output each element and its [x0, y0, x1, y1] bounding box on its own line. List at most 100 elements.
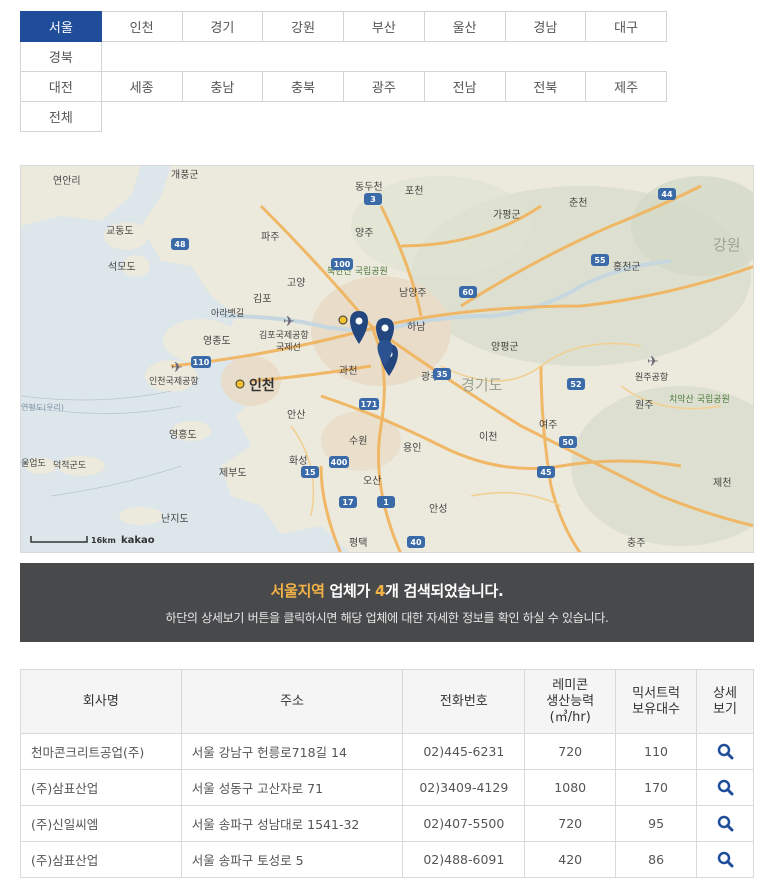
search-icon[interactable]	[717, 815, 734, 832]
header-address: 주소	[180, 669, 404, 734]
company-phone: 02)3409-4129	[402, 769, 526, 806]
company-table: 회사명 주소 전화번호 레미콘 생산능력 (㎥/hr) 믹서트럭 보유대수 상세 보기 …	[20, 669, 754, 878]
region-tab-jeju[interactable]: 제주	[585, 71, 667, 102]
svg-text:48: 48	[174, 240, 186, 249]
map-label: 난지도	[161, 513, 189, 525]
region-tab-all[interactable]: 전체	[20, 101, 102, 132]
company-map[interactable]: 연안리 개풍군 동두천 포천 가평군 춘천 교동도 파주 양주 강원 석모도 고…	[20, 165, 754, 553]
region-tab-daegu[interactable]: 대구	[585, 11, 667, 42]
detail-cell	[696, 841, 754, 878]
region-tab-jeonnam[interactable]: 전남	[423, 71, 506, 102]
svg-text:52: 52	[570, 380, 581, 389]
map-label: 오산	[363, 475, 381, 487]
road-shield: 44	[658, 188, 676, 200]
region-tab-incheon[interactable]: 인천	[100, 11, 183, 42]
map-label: 안성	[429, 503, 447, 515]
road-shield: 110	[191, 356, 211, 368]
header-trucks: 믹서트럭 보유대수	[615, 669, 698, 734]
company-name: (주)삼표산업	[20, 769, 182, 806]
map-label: 고양	[287, 277, 305, 289]
region-tab-gyeonggi[interactable]: 경기	[181, 11, 264, 42]
table-row: (주)삼표산업 서울 성동구 고산자로 71 02)3409-4129 1080…	[20, 769, 754, 806]
svg-text:1: 1	[383, 498, 389, 507]
company-trucks: 110	[615, 733, 698, 770]
company-phone: 02)407-5500	[402, 805, 526, 842]
search-icon[interactable]	[717, 779, 734, 796]
header-capacity: 레미콘 생산능력 (㎥/hr)	[524, 669, 617, 734]
region-tab-sejong[interactable]: 세종	[100, 71, 183, 102]
company-name: (주)신일씨엠	[20, 805, 182, 842]
map-label: 여주	[539, 419, 557, 431]
map-label: 원주	[635, 399, 653, 411]
region-tab-busan[interactable]: 부산	[343, 11, 425, 42]
region-tab-daejeon[interactable]: 대전	[20, 71, 102, 102]
region-row-1: 서울 인천 경기 강원 부산 울산 경남 대구	[20, 11, 674, 42]
region-tab-chungnam[interactable]: 충남	[181, 71, 264, 102]
map-label: 영흥도	[169, 428, 197, 441]
map-label: 이천	[479, 431, 497, 443]
map-label: 홍천군	[613, 260, 641, 273]
company-phone: 02)445-6231	[402, 733, 526, 770]
svg-text:15: 15	[304, 468, 316, 477]
map-label: 원주공항	[635, 372, 668, 383]
company-name: 천마콘크리트공업(주)	[20, 733, 182, 770]
map-label: 제부도	[219, 467, 247, 479]
map-label: 김포	[253, 293, 271, 305]
road-shield: 50	[559, 436, 577, 448]
map-label: 연평도(우리)	[21, 402, 64, 412]
road-shield: 48	[171, 238, 189, 250]
svg-text:35: 35	[436, 370, 448, 379]
map-label: 개풍군	[171, 169, 199, 181]
result-summary: 서울지역 업체가 4개 검색되었습니다.	[270, 582, 504, 600]
svg-text:45: 45	[540, 468, 552, 477]
company-name: (주)삼표산업	[20, 841, 182, 878]
region-tab-gyeongbuk[interactable]: 경북	[20, 41, 102, 72]
map-label: 하남	[407, 320, 425, 333]
svg-text:60: 60	[462, 288, 474, 297]
region-tab-ulsan[interactable]: 울산	[423, 11, 506, 42]
svg-text:40: 40	[410, 538, 422, 547]
map-label: 경기도	[461, 376, 503, 394]
company-address: 서울 강남구 헌릉로718길 14	[180, 733, 404, 770]
result-banner: 서울지역 업체가 4개 검색되었습니다. 하단의 상세보기 버튼을 클릭하시면 …	[20, 563, 754, 642]
road-shield: 100	[331, 258, 353, 270]
region-tab-seoul[interactable]: 서울	[20, 11, 102, 42]
map-label: 강원	[713, 236, 741, 254]
map-label: 영종도	[203, 335, 231, 347]
map-label: 남양주	[399, 287, 427, 299]
company-capacity: 420	[524, 841, 617, 878]
region-tab-gwangju[interactable]: 광주	[343, 71, 425, 102]
map-label: 춘천	[569, 197, 587, 209]
region-tab-chungbuk[interactable]: 충북	[262, 71, 344, 102]
header-detail: 상세 보기	[696, 669, 754, 734]
result-count: 4	[374, 582, 386, 600]
region-tab-gyeongnam[interactable]: 경남	[504, 11, 587, 42]
region-name: 서울지역	[270, 582, 325, 600]
company-trucks: 170	[615, 769, 698, 806]
detail-cell	[696, 733, 754, 770]
map-label: 과천	[339, 365, 357, 377]
road-shield: 400	[329, 456, 349, 468]
map-label: 가평군	[493, 209, 521, 221]
road-shield: 17	[339, 496, 357, 508]
svg-text:50: 50	[562, 438, 574, 447]
company-address: 서울 성동구 고산자로 71	[180, 769, 404, 806]
detail-cell	[696, 769, 754, 806]
search-icon[interactable]	[717, 851, 734, 868]
svg-text:400: 400	[331, 458, 348, 467]
company-capacity: 1080	[524, 769, 617, 806]
company-trucks: 95	[615, 805, 698, 842]
road-shield: 171	[359, 398, 379, 410]
region-row-3: 대전 세종 충남 충북 광주 전남 전북 제주	[20, 71, 674, 102]
company-capacity: 720	[524, 805, 617, 842]
region-tab-jeonbuk[interactable]: 전북	[504, 71, 587, 102]
road-shield: 40	[407, 536, 425, 548]
region-row-4: 전체	[20, 101, 674, 132]
company-address: 서울 송파구 토성로 5	[180, 841, 404, 878]
company-address: 서울 송파구 성남대로 1541-32	[180, 805, 404, 842]
map-label: 파주	[261, 231, 279, 243]
road-shield: 15	[301, 466, 319, 478]
airport-icon: ✈	[171, 360, 183, 376]
region-tab-gangwon[interactable]: 강원	[262, 11, 344, 42]
search-icon[interactable]	[717, 743, 734, 760]
